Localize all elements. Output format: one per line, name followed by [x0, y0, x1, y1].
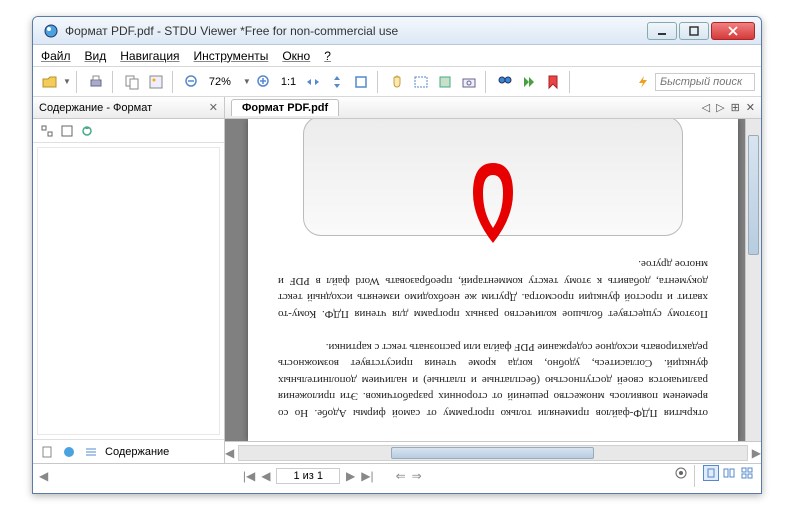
workspace: Содержание - Формат ✕ Содержание Формат …: [33, 97, 761, 463]
copy-image-button[interactable]: [145, 71, 167, 93]
window-title: Формат PDF.pdf - STDU Viewer *Free for n…: [65, 24, 647, 38]
snapshot-button[interactable]: [458, 71, 480, 93]
menu-file[interactable]: Файл: [41, 49, 71, 63]
zoom-dropdown-icon[interactable]: ▼: [243, 77, 251, 86]
facing-view-button[interactable]: [739, 465, 755, 481]
tab-nav-controls: ◁ ▷ ⊞ ✕: [702, 101, 755, 114]
document-viewport[interactable]: открытия ПДФ-файлов применяли только про…: [225, 119, 761, 441]
window-controls: [647, 22, 755, 40]
last-page-button[interactable]: ▶|: [361, 469, 373, 483]
zoom-in-button[interactable]: [253, 71, 275, 93]
doc-paragraph: Поэтому существует большое количество ра…: [278, 256, 708, 322]
quick-search: [635, 73, 755, 91]
scrollbar-thumb[interactable]: [748, 135, 759, 255]
document-tabs: Формат PDF.pdf ◁ ▷ ⊞ ✕: [225, 97, 761, 119]
nav-forward-button[interactable]: ⇒: [412, 469, 422, 483]
document-logo-box: [303, 119, 683, 236]
sync-icon[interactable]: [79, 123, 95, 139]
doc-paragraph: открытия ПДФ-файлов применяли только про…: [278, 339, 708, 422]
tab-close-icon[interactable]: ✕: [746, 101, 755, 114]
horizontal-scroll-area: ◀ ▶: [225, 441, 761, 463]
zoom-value[interactable]: 72%: [205, 76, 241, 88]
minimize-button[interactable]: [647, 22, 677, 40]
app-window: Формат PDF.pdf - STDU Viewer *Free for n…: [32, 16, 762, 494]
copy-text-button[interactable]: [121, 71, 143, 93]
menubar: Файл Вид Навигация Инструменты Окно ?: [33, 45, 761, 67]
fit-height-button[interactable]: [326, 71, 348, 93]
side-panel-toolbar: [33, 119, 224, 143]
side-panel-tab[interactable]: Содержание - Формат ✕: [33, 97, 224, 119]
toolbar: ▼ 72% ▼ 1:1: [33, 67, 761, 97]
tab-prev-icon[interactable]: ◁: [702, 101, 710, 114]
side-panel-close-icon[interactable]: ✕: [209, 101, 218, 114]
settings-icon[interactable]: [673, 465, 689, 481]
print-button[interactable]: [85, 71, 107, 93]
find-next-button[interactable]: [518, 71, 540, 93]
tab-grid-icon[interactable]: ⊞: [731, 101, 740, 114]
nav-back-button[interactable]: ⇐: [396, 469, 406, 483]
page-indicator[interactable]: 1 из 1: [276, 468, 340, 484]
maximize-button[interactable]: [679, 22, 709, 40]
status-prev-icon[interactable]: ◀: [39, 469, 48, 483]
tab-next-icon[interactable]: ▷: [716, 101, 724, 114]
scrollbar-thumb[interactable]: [391, 447, 594, 459]
continuous-view-button[interactable]: [721, 465, 737, 481]
find-button[interactable]: [494, 71, 516, 93]
contents-tab-icon[interactable]: [83, 444, 99, 460]
titlebar[interactable]: Формат PDF.pdf - STDU Viewer *Free for n…: [33, 17, 761, 45]
expand-all-icon[interactable]: [39, 123, 55, 139]
thumbnails-tab-icon[interactable]: [61, 444, 77, 460]
open-button[interactable]: [39, 71, 61, 93]
scroll-left-icon[interactable]: ◀: [225, 446, 234, 460]
side-panel: Содержание - Формат ✕ Содержание: [33, 97, 225, 463]
page-navigation: |◀ ◀ 1 из 1 ▶ ▶| ⇐ ⇒: [243, 468, 422, 484]
document-tab[interactable]: Формат PDF.pdf: [231, 99, 339, 116]
select-region-button[interactable]: [434, 71, 456, 93]
menu-view[interactable]: Вид: [85, 49, 107, 63]
vertical-scrollbar[interactable]: [745, 119, 761, 441]
fit-width-button[interactable]: [302, 71, 324, 93]
app-icon: [43, 23, 59, 39]
fit-page-button[interactable]: [350, 71, 372, 93]
menu-help[interactable]: ?: [324, 49, 331, 63]
search-input[interactable]: [655, 73, 755, 91]
document-area: Формат PDF.pdf ◁ ▷ ⊞ ✕ открытия ПДФ-файл…: [225, 97, 761, 463]
next-page-button[interactable]: ▶: [346, 469, 355, 483]
menu-tools[interactable]: Инструменты: [194, 49, 269, 63]
ribbon-loop-icon: [463, 143, 523, 243]
side-panel-title: Содержание - Формат: [39, 102, 152, 114]
dropdown-arrow-icon[interactable]: ▼: [63, 77, 71, 86]
view-mode-buttons: [673, 465, 755, 487]
side-panel-footer: Содержание: [33, 439, 224, 463]
lightning-icon: [635, 74, 651, 90]
contents-tab-label[interactable]: Содержание: [105, 446, 169, 458]
statusbar: ◀ |◀ ◀ 1 из 1 ▶ ▶| ⇐ ⇒: [33, 463, 761, 487]
close-button[interactable]: [711, 22, 755, 40]
select-text-button[interactable]: [410, 71, 432, 93]
first-page-button[interactable]: |◀: [243, 469, 255, 483]
prev-page-button[interactable]: ◀: [261, 469, 270, 483]
menu-window[interactable]: Окно: [282, 49, 310, 63]
document-page: открытия ПДФ-файлов применяли только про…: [248, 119, 738, 441]
hand-tool-button[interactable]: [386, 71, 408, 93]
collapse-all-icon[interactable]: [59, 123, 75, 139]
contents-tree[interactable]: [37, 147, 220, 435]
zoom-out-button[interactable]: [181, 71, 203, 93]
menu-navigation[interactable]: Навигация: [120, 49, 179, 63]
horizontal-scrollbar[interactable]: [238, 445, 748, 461]
single-page-view-button[interactable]: [703, 465, 719, 481]
pages-tab-icon[interactable]: [39, 444, 55, 460]
bookmark-button[interactable]: [542, 71, 564, 93]
fit-actual-button[interactable]: 1:1: [277, 76, 300, 88]
scroll-right-icon[interactable]: ▶: [752, 446, 761, 460]
